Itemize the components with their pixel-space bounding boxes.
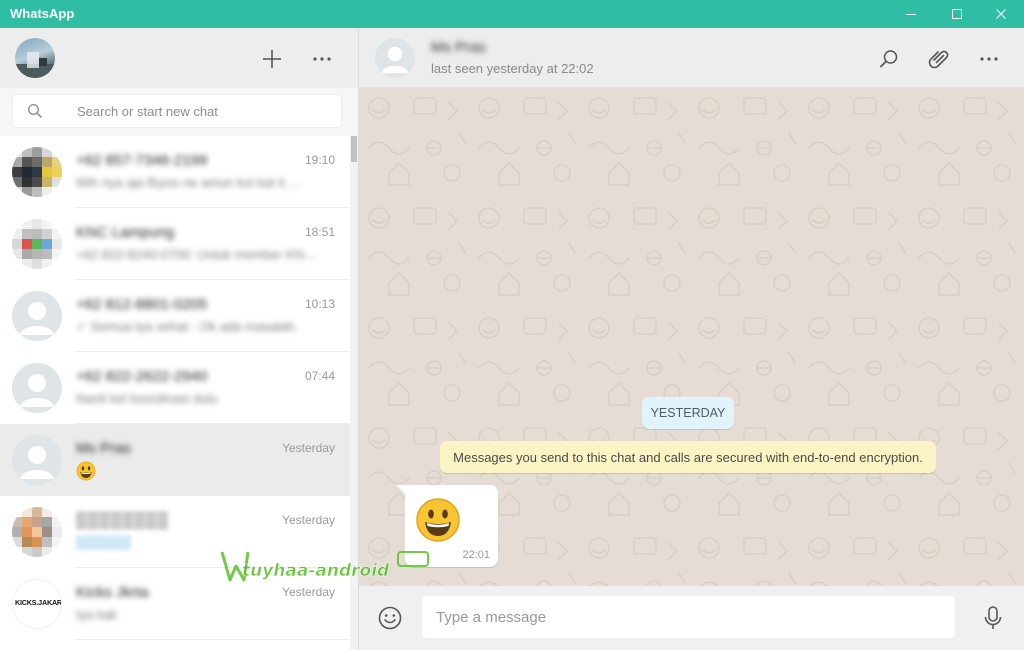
message-input[interactable] [422,596,955,638]
date-separator-chip: YESTERDAY [642,397,734,429]
contact-avatar [12,507,62,557]
chat-time: 19:10 [304,153,335,167]
chat-list-scrollbar[interactable] [350,136,358,650]
sidebar-menu-button[interactable] [309,46,335,72]
chat-time: Yesterday [282,441,335,455]
chat-list-item[interactable]: KNC Lampung 18:51 +62 822-8240-0700: Unt… [0,208,350,280]
sidebar-header [0,28,358,88]
search-messages-button[interactable] [875,45,903,73]
emoji-icon[interactable] [377,605,403,631]
microphone-icon[interactable] [981,605,1005,631]
chat-name: Kicks Jkrta [76,584,149,601]
conversation-panel: Ms Pras last seen yesterday at 22:02 YES… [359,28,1024,650]
sidebar: +62 857-7346-2199 19:10 Wih nya aja fbyo… [0,28,359,650]
grinning-face-emoji-icon [416,498,460,542]
attach-paperclip-icon [928,50,949,69]
chat-list: +62 857-7346-2199 19:10 Wih nya aja fbyo… [0,136,350,650]
search-icon [27,103,43,119]
compose-bar [359,586,1024,650]
maximize-button[interactable] [934,0,980,28]
close-button[interactable] [978,0,1024,28]
chat-list-item[interactable]: +62 857-7346-2199 19:10 Wih nya aja fbyo… [0,136,350,208]
maximize-icon [952,9,962,19]
chat-list-item[interactable]: KICKS.JAKARTA Kicks Jkrta Yesterday Iya … [0,568,350,640]
my-profile-avatar[interactable] [15,38,55,78]
message-area: YESTERDAY Messages you send to this chat… [359,88,1024,586]
chat-name: ████████ [76,512,170,529]
close-icon [996,9,1006,19]
contact-name: Ms Pras [431,39,487,56]
menu-dots-icon [980,57,998,61]
title-bar: WhatsApp [0,0,1024,28]
kicks-jakarta-logo-text: KICKS.JAKARTA [15,598,62,607]
chat-name: +62 812-8801-0205 [76,296,208,313]
default-avatar-icon [12,363,62,413]
minimize-button[interactable] [888,0,934,28]
chat-name: +62 857-7346-2199 [76,152,208,169]
app-title: WhatsApp [10,6,75,21]
scrollbar-thumb[interactable] [351,136,357,162]
search-box [12,94,342,128]
chat-list-item-active[interactable]: Ms Pras Yesterday 😀 [0,424,350,496]
chat-preview: Wih nya aja fbyoo ne amun koi kat ti ... [76,175,300,190]
message-time: 22:01 [462,549,490,561]
minimize-icon [906,14,916,15]
chat-time: Yesterday [282,513,335,527]
search-bar [0,88,358,136]
contact-avatar [12,219,62,269]
chat-preview: Iya kak [76,607,118,622]
chat-list-item[interactable]: +62 812-8801-0205 10:13 ✓ Semua tya seha… [0,280,350,352]
conversation-menu-button[interactable] [975,45,1003,73]
chat-time: Yesterday [282,585,335,599]
conversation-header[interactable]: Ms Pras last seen yesterday at 22:02 [359,28,1024,88]
default-avatar-icon [12,291,62,341]
incoming-message-bubble[interactable]: 😀 22:01 [396,485,498,567]
contact-last-seen: last seen yesterday at 22:02 [431,61,594,76]
chat-name: +62 822-2622-2940 [76,368,208,385]
encryption-notice[interactable]: Messages you send to this chat and calls… [440,441,936,473]
chat-name: Ms Pras [76,440,132,457]
contact-avatar: KICKS.JAKARTA [12,579,62,629]
chat-time: 18:51 [304,225,335,239]
chat-list-item[interactable]: +62 822-2622-2940 07:44 Nanti kel koordi… [0,352,350,424]
chat-name: KNC Lampung [76,224,175,241]
chat-time: 10:13 [304,297,335,311]
search-input[interactable] [75,95,335,127]
grinning-face-emoji-icon [76,461,96,481]
default-avatar-icon[interactable] [375,38,415,78]
attach-button[interactable] [925,45,953,73]
chat-preview: ✓ Semua tya sehat - Ok ada masalah. [76,319,298,334]
chat-preview: +62 822-8240-0700: Untuk member KN... [76,247,315,262]
contact-avatar [12,147,62,197]
new-chat-plus-icon [263,50,281,68]
chat-preview [76,461,96,484]
chat-preview: Nanti kel koordinasi dulu [76,391,218,406]
search-icon [879,50,898,68]
menu-dots-icon [313,57,331,61]
chat-time: 07:44 [304,369,335,383]
default-avatar-icon [12,435,62,485]
new-chat-button[interactable] [259,46,285,72]
chat-list-item[interactable]: ████████ Yesterday ██████ [0,496,350,568]
chat-preview: ██████ [76,535,132,550]
